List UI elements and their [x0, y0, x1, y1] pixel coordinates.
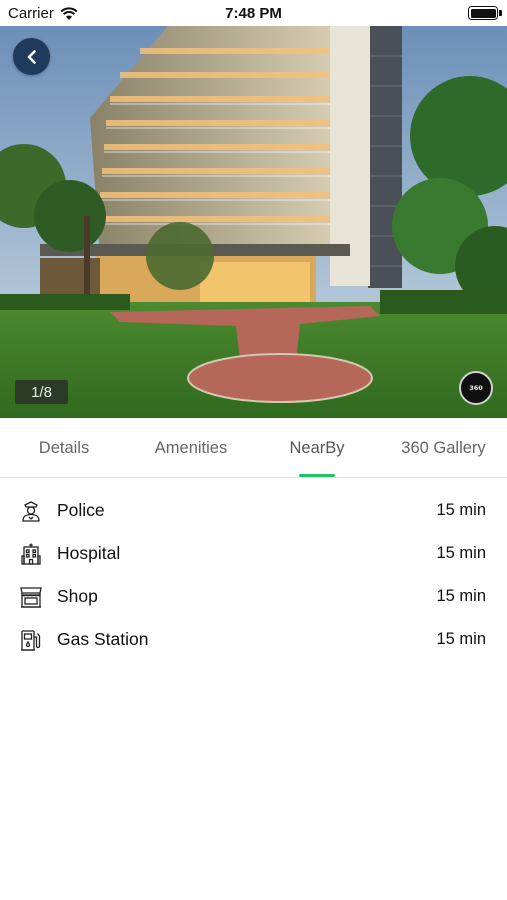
tab-amenities[interactable]: Amenities: [128, 419, 254, 477]
tab-label: NearBy: [289, 438, 345, 457]
status-bar: Carrier 7:48 PM: [0, 0, 507, 26]
tab-label: Details: [38, 438, 90, 457]
tab-bar: Details Amenities NearBy 360 Gallery: [0, 419, 507, 478]
tab-label: Amenities: [154, 438, 228, 457]
nearby-distance: 15 min: [436, 544, 486, 562]
hospital-icon: [21, 543, 41, 565]
battery-icon: [468, 6, 498, 20]
nearby-list: Police 15 min Hospital 15 min Shop 15 mi…: [0, 489, 507, 661]
tab-details[interactable]: Details: [0, 419, 128, 477]
list-item[interactable]: Police 15 min: [0, 489, 507, 532]
chevron-left-icon: [27, 49, 36, 64]
list-item[interactable]: Shop 15 min: [0, 575, 507, 618]
nearby-distance: 15 min: [436, 587, 486, 605]
hotel-photo[interactable]: [0, 26, 507, 418]
gas-station-icon: [21, 629, 41, 651]
tab-nearby[interactable]: NearBy: [254, 419, 380, 477]
panorama-360-icon[interactable]: 360: [459, 371, 493, 405]
pano-badge-label: 360: [469, 384, 483, 392]
battery-tip: [499, 10, 502, 16]
nearby-label: Shop: [57, 586, 98, 606]
list-item[interactable]: Gas Station 15 min: [0, 618, 507, 661]
nearby-label: Police: [57, 500, 105, 520]
tab-label: 360 Gallery: [401, 438, 486, 457]
back-button[interactable]: [13, 38, 50, 75]
nearby-label: Gas Station: [57, 629, 149, 649]
tab-360-gallery[interactable]: 360 Gallery: [380, 419, 507, 477]
shop-icon: [20, 586, 42, 608]
police-icon: [22, 500, 40, 522]
list-item[interactable]: Hospital 15 min: [0, 532, 507, 575]
photo-counter: 1/8: [15, 380, 68, 404]
nearby-distance: 15 min: [436, 630, 486, 648]
status-time: 7:48 PM: [225, 5, 282, 22]
active-tab-indicator: [299, 474, 335, 477]
nearby-distance: 15 min: [436, 501, 486, 519]
nearby-label: Hospital: [57, 543, 121, 563]
